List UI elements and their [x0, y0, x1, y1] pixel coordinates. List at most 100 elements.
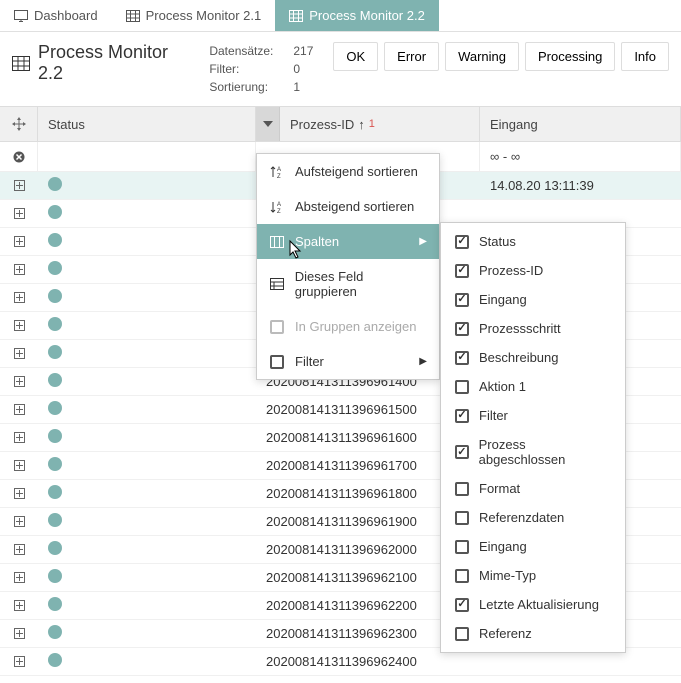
- cell-status: [38, 569, 256, 586]
- chevron-right-icon: ▶: [419, 356, 427, 367]
- submenu-label: Aktion 1: [479, 379, 526, 394]
- submenu-item[interactable]: Prozessschritt: [441, 314, 625, 343]
- cell-status: [38, 233, 256, 250]
- checkbox-icon: [455, 445, 469, 459]
- filter-status-input[interactable]: [38, 142, 256, 171]
- header-status[interactable]: Status: [38, 107, 256, 141]
- status-dot-icon: [48, 541, 62, 555]
- tab-process-monitor-21[interactable]: Process Monitor 2.1: [112, 0, 276, 31]
- expand-icon[interactable]: [0, 432, 38, 443]
- filter-btn-info[interactable]: Info: [621, 42, 669, 71]
- ctx-group-by[interactable]: Dieses Feld gruppieren: [257, 259, 439, 309]
- submenu-item[interactable]: Referenz: [441, 619, 625, 648]
- expand-icon[interactable]: [0, 600, 38, 611]
- tab-dashboard[interactable]: Dashboard: [0, 0, 112, 31]
- submenu-item[interactable]: Eingang: [441, 285, 625, 314]
- submenu-item[interactable]: Prozess-ID: [441, 256, 625, 285]
- cell-status: [38, 625, 256, 642]
- checkbox-icon: [455, 627, 469, 641]
- expand-icon[interactable]: [0, 320, 38, 331]
- checkbox-icon: [455, 540, 469, 554]
- status-dot-icon: [48, 485, 62, 499]
- submenu-item[interactable]: Format: [441, 474, 625, 503]
- sort-priority-badge: 1: [369, 118, 375, 130]
- filter-btn-ok[interactable]: OK: [333, 42, 378, 71]
- expand-icon[interactable]: [0, 516, 38, 527]
- checkbox-icon: [455, 351, 469, 365]
- grid-icon: [289, 10, 303, 22]
- checkbox-icon: [455, 569, 469, 583]
- ctx-sort-desc[interactable]: AZ Absteigend sortieren: [257, 189, 439, 224]
- status-dot-icon: [48, 569, 62, 583]
- expand-icon[interactable]: [0, 544, 38, 555]
- expand-icon[interactable]: [0, 348, 38, 359]
- filter-btn-error[interactable]: Error: [384, 42, 439, 71]
- clear-filter-icon[interactable]: [0, 142, 38, 171]
- filter-buttons: OK Error Warning Processing Info: [333, 42, 669, 71]
- expand-icon[interactable]: [0, 292, 38, 303]
- status-dot-icon: [48, 205, 62, 219]
- checkbox-icon: [269, 355, 285, 369]
- datensatze-value: 217: [293, 42, 313, 60]
- header-prozess-id[interactable]: Prozess-ID ↑ 1: [280, 107, 480, 141]
- header-move-icon[interactable]: [0, 107, 38, 141]
- expand-icon[interactable]: [0, 628, 38, 639]
- expand-icon[interactable]: [0, 656, 38, 667]
- cell-status: [38, 653, 256, 670]
- submenu-item[interactable]: Mime-Typ: [441, 561, 625, 590]
- cell-status: [38, 401, 256, 418]
- columns-icon: [269, 236, 285, 248]
- group-icon: [269, 278, 285, 290]
- status-dot-icon: [48, 345, 62, 359]
- ctx-filter[interactable]: Filter ▶: [257, 344, 439, 379]
- expand-icon[interactable]: [0, 264, 38, 275]
- tab-label: Process Monitor 2.2: [309, 8, 425, 23]
- page-title: Process Monitor 2.2: [12, 42, 189, 84]
- expand-icon[interactable]: [0, 236, 38, 247]
- header-eingang[interactable]: Eingang: [480, 107, 681, 141]
- page-title-text: Process Monitor 2.2: [38, 42, 189, 84]
- submenu-label: Prozess abgeschlossen: [479, 437, 611, 467]
- expand-icon[interactable]: [0, 404, 38, 415]
- cell-status: [38, 289, 256, 306]
- submenu-item[interactable]: Beschreibung: [441, 343, 625, 372]
- submenu-item[interactable]: Prozess abgeschlossen: [441, 430, 625, 474]
- filter-btn-warning[interactable]: Warning: [445, 42, 519, 71]
- ctx-columns[interactable]: Spalten ▶: [257, 224, 439, 259]
- status-dot-icon: [48, 513, 62, 527]
- expand-icon[interactable]: [0, 208, 38, 219]
- filter-btn-processing[interactable]: Processing: [525, 42, 615, 71]
- status-dot-icon: [48, 317, 62, 331]
- submenu-item[interactable]: Status: [441, 227, 625, 256]
- submenu-item[interactable]: Letzte Aktualisierung: [441, 590, 625, 619]
- expand-icon[interactable]: [0, 376, 38, 387]
- submenu-item[interactable]: Referenzdaten: [441, 503, 625, 532]
- filter-value: 0: [293, 60, 300, 78]
- checkbox-icon: [269, 320, 285, 334]
- expand-icon[interactable]: [0, 488, 38, 499]
- header-status-label: Status: [48, 117, 85, 132]
- tab-process-monitor-22[interactable]: Process Monitor 2.2: [275, 0, 439, 31]
- header-dropdown-toggle[interactable]: [256, 107, 280, 141]
- ctx-sort-asc[interactable]: AZ Aufsteigend sortieren: [257, 154, 439, 189]
- submenu-label: Prozessschritt: [479, 321, 561, 336]
- submenu-item[interactable]: Aktion 1: [441, 372, 625, 401]
- datensatze-label: Datensätze:: [209, 42, 289, 60]
- cell-status: [38, 541, 256, 558]
- cell-status: [38, 317, 256, 334]
- filter-eingang-value: ∞ - ∞: [490, 149, 520, 164]
- status-dot-icon: [48, 625, 62, 639]
- expand-icon[interactable]: [0, 180, 38, 191]
- column-context-menu: AZ Aufsteigend sortieren AZ Absteigend s…: [256, 153, 440, 380]
- ctx-label: Aufsteigend sortieren: [295, 164, 418, 179]
- sortierung-value: 1: [293, 78, 300, 96]
- cell-status: [38, 205, 256, 222]
- filter-eingang-input[interactable]: ∞ - ∞: [480, 142, 681, 171]
- submenu-item[interactable]: Eingang: [441, 532, 625, 561]
- submenu-item[interactable]: Filter: [441, 401, 625, 430]
- header-prozess-id-label: Prozess-ID: [290, 117, 354, 132]
- ctx-label: Filter: [295, 354, 324, 369]
- expand-icon[interactable]: [0, 460, 38, 471]
- sort-asc-icon: ↑: [358, 117, 365, 132]
- expand-icon[interactable]: [0, 572, 38, 583]
